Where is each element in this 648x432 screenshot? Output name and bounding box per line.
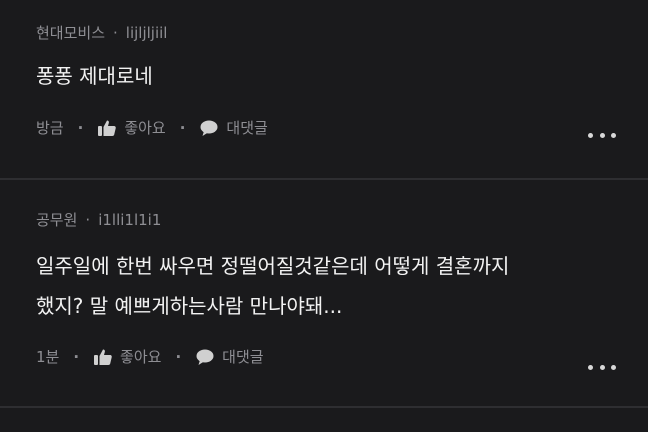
like-button[interactable]: 좋아요 [97, 117, 166, 138]
comment-text-line: 일주일에 한번 싸우면 정떨어질것같은데 어떻게 결혼까지 [36, 254, 510, 278]
meta-separator: · [85, 210, 91, 229]
more-dots-icon [599, 132, 605, 138]
comment-item: 공무원 · i1lli1l1i1 일주일에 한번 싸우면 정떨어질것같은데 어떻… [0, 180, 648, 406]
like-label: 좋아요 [124, 119, 166, 137]
thumbs-up-icon [98, 120, 117, 136]
more-dots-icon [611, 364, 616, 370]
like-button[interactable]: 좋아요 [93, 346, 161, 367]
more-dots-icon [599, 364, 605, 370]
comment-author[interactable]: 현대모비스 [36, 22, 105, 43]
speech-bubble-icon [200, 120, 218, 136]
thumbs-up-icon [94, 349, 112, 365]
reply-button[interactable]: 대댓글 [199, 117, 268, 138]
more-dots-icon [588, 132, 593, 138]
more-dots-icon [588, 364, 593, 370]
more-options-button[interactable] [588, 363, 616, 371]
comment-user-id: lijljljiil [125, 23, 168, 42]
like-label: 좋아요 [120, 348, 162, 366]
comment-user-id: i1lli1l1i1 [98, 210, 162, 229]
action-separator: · [73, 347, 80, 366]
reply-button[interactable]: 대댓글 [195, 346, 264, 367]
comment-meta: 공무원 · i1lli1l1i1 [36, 209, 161, 230]
meta-separator: · [113, 23, 118, 42]
action-separator: · [77, 118, 84, 137]
more-dots-icon [611, 132, 616, 138]
comment-text: 일주일에 한번 싸우면 정떨어질것같은데 어떻게 결혼까지 했지? 말 예쁘게하… [36, 246, 612, 326]
reply-label: 대댓글 [226, 119, 268, 137]
comment-time: 1분 [36, 348, 60, 366]
speech-bubble-icon [196, 349, 214, 365]
action-separator: · [175, 347, 182, 366]
action-separator: · [179, 118, 186, 137]
comment-actions: 방금 · 좋아요 · 대댓글 [36, 117, 268, 138]
more-options-button[interactable] [588, 131, 616, 139]
comment-text: 퐁퐁 제대로네 [36, 64, 153, 88]
comment-actions: 1분 · 좋아요 · 대댓글 [36, 346, 264, 367]
comment-time: 방금 [36, 119, 64, 137]
comment-author[interactable]: 공무원 [36, 209, 77, 230]
comment-meta: 현대모비스 · lijljljiil [36, 22, 167, 43]
comment-item: 현대모비스 · lijljljiil 퐁퐁 제대로네 방금 · 좋아요 · 대댓… [0, 0, 648, 178]
comment-divider [0, 406, 648, 408]
reply-label: 대댓글 [222, 348, 264, 366]
comment-text-line: 했지? 말 예쁘게하는사람 만나야돼... [36, 294, 343, 318]
